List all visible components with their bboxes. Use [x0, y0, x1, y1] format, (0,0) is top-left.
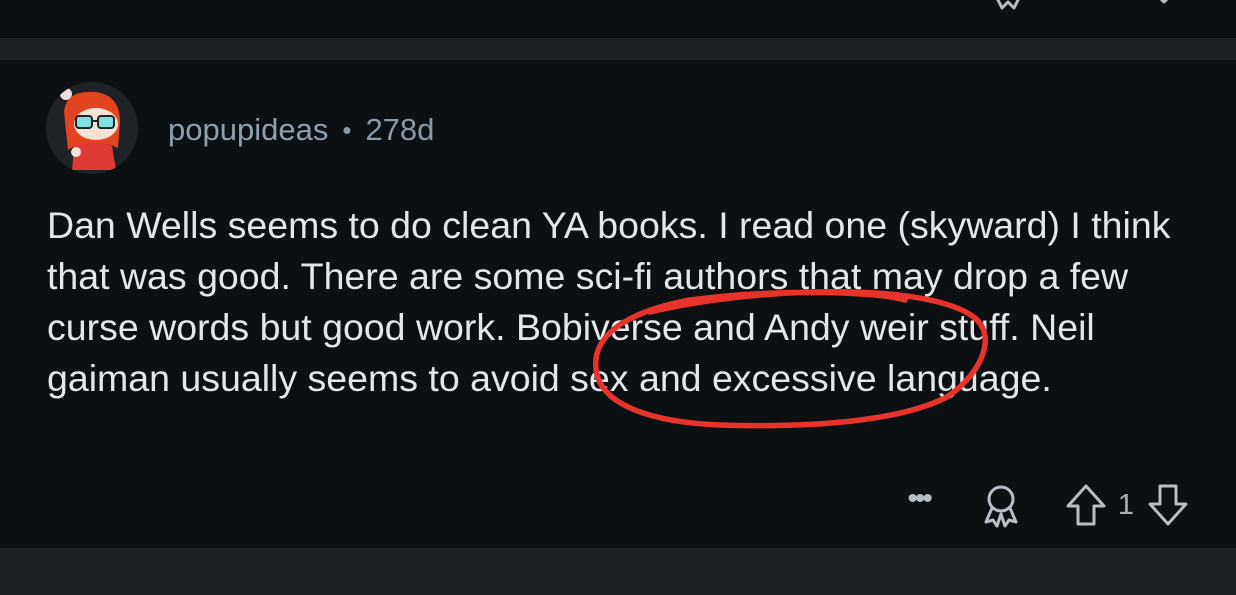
comment-card: popupideas • 278d Dan Wells seems to do … [0, 60, 1236, 548]
snoo-avatar-icon [46, 82, 138, 174]
vote-count: 1 [1117, 488, 1134, 521]
upvote-arrow-icon [1066, 484, 1106, 526]
meta-separator: • [342, 114, 352, 145]
comment-meta: popupideas • 278d [168, 112, 434, 148]
comment-body: Dan Wells seems to do clean YA books. I … [47, 204, 1171, 399]
comment-divider [0, 38, 1236, 60]
comment-divider-bottom [0, 548, 1236, 595]
comment-age: 278d [365, 112, 435, 147]
avatar[interactable] [46, 82, 138, 174]
downvote-button[interactable] [1146, 482, 1190, 528]
previous-upvote-icon[interactable] [1068, 0, 1104, 16]
award-button[interactable] [978, 482, 1024, 528]
previous-award-icon[interactable] [988, 0, 1028, 16]
award-icon [984, 485, 1018, 528]
vote-control: 1 [1064, 482, 1190, 528]
reddit-comment-screenshot: popupideas • 278d Dan Wells seems to do … [0, 0, 1236, 595]
previous-comment-actions [988, 0, 1184, 16]
downvote-arrow-icon [1148, 484, 1188, 526]
more-options-button[interactable]: ••• [907, 484, 932, 514]
previous-downvote-icon[interactable] [1144, 0, 1184, 16]
username-link[interactable]: popupideas [168, 112, 328, 148]
comment-actions: ••• 1 [907, 480, 1190, 530]
upvote-button[interactable] [1064, 482, 1108, 528]
